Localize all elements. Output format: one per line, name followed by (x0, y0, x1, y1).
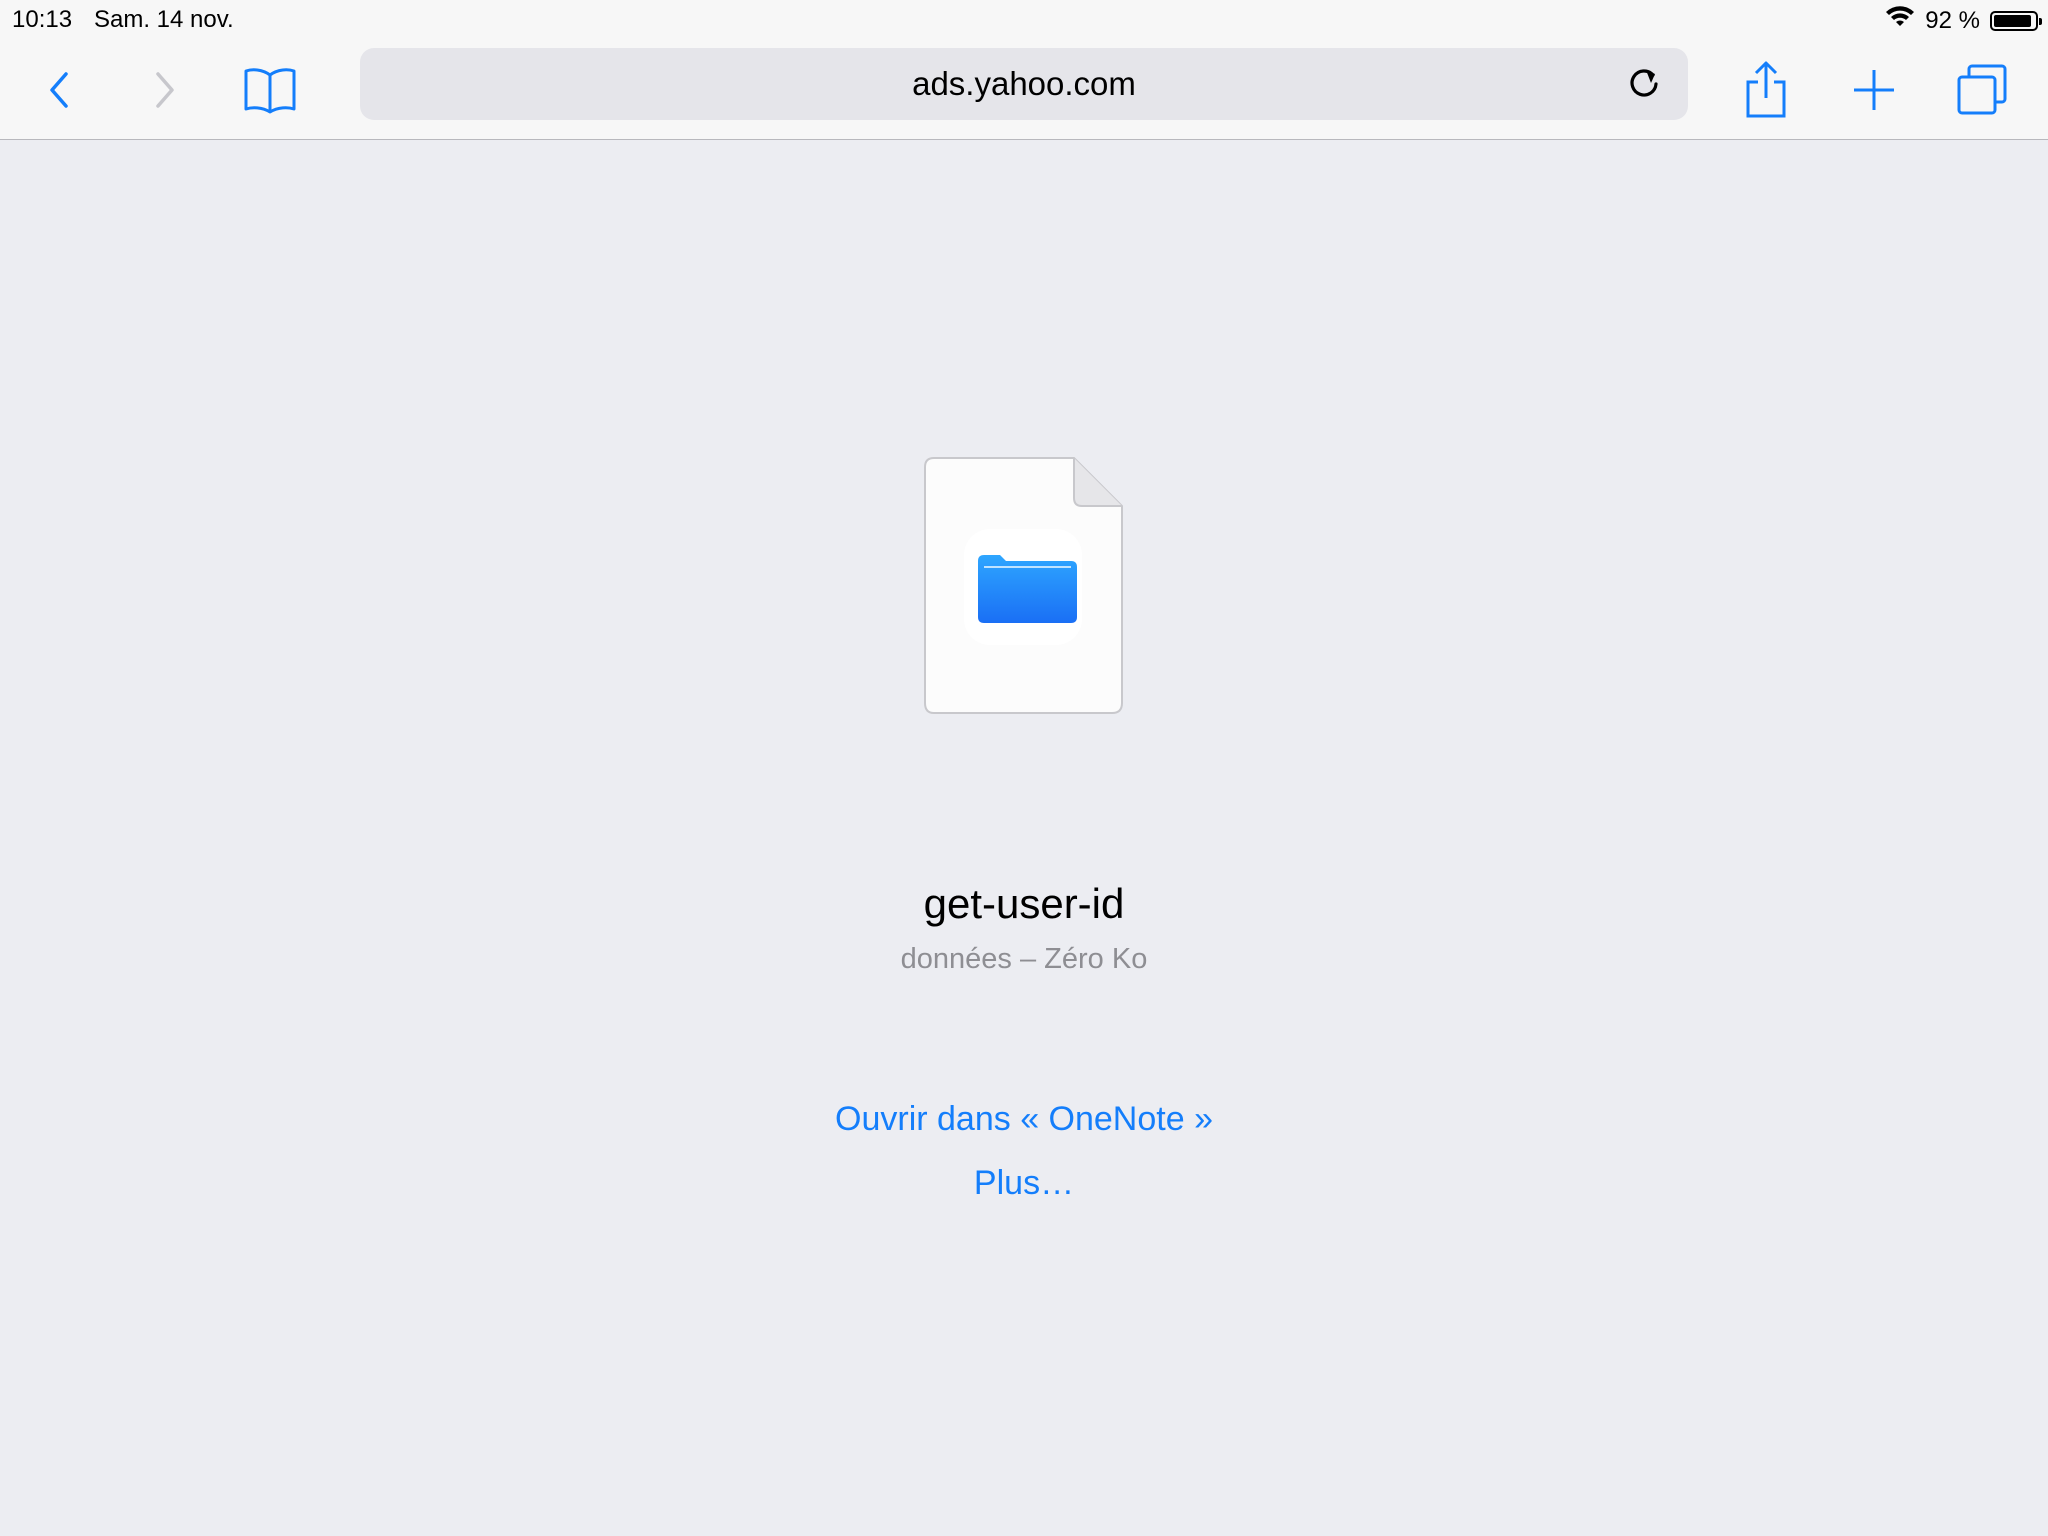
screen: 10:13 Sam. 14 nov. 92 % ads.yahoo.com ge… (0, 0, 2048, 1536)
plus-icon (1854, 70, 1894, 110)
share-button[interactable] (1731, 55, 1801, 125)
address-text: ads.yahoo.com (912, 65, 1136, 102)
battery-fill (1994, 14, 2031, 27)
wifi-icon (1885, 6, 1915, 35)
browser-toolbar: ads.yahoo.com (0, 40, 2048, 140)
battery-percentage: 92 % (1925, 6, 1980, 34)
status-time: 10:13 (12, 6, 73, 33)
document-icon (924, 457, 1124, 715)
chevron-left-icon (50, 72, 68, 108)
forward-button[interactable] (130, 55, 200, 125)
battery-tip (2039, 17, 2042, 25)
folder-icon (978, 555, 1077, 623)
bookmarks-button[interactable] (235, 55, 305, 125)
reload-icon (1630, 69, 1658, 97)
chevron-right-icon (156, 72, 174, 108)
address-bar[interactable]: ads.yahoo.com (360, 48, 1688, 120)
reload-button[interactable] (1618, 58, 1670, 110)
more-container: Plus… (0, 1164, 2048, 1203)
tabs-icon (1957, 64, 2007, 115)
battery-icon (1990, 10, 2042, 31)
status-bar: 10:13 Sam. 14 nov. 92 % (0, 0, 2048, 40)
share-icon (1746, 61, 1786, 118)
open-in-onenote-container: Ouvrir dans « OneNote » (0, 1100, 2048, 1139)
file-name: get-user-id (923, 880, 1125, 927)
book-icon (244, 68, 296, 114)
status-indicators: 92 % (1885, 6, 2042, 35)
status-date: Sam. 14 nov. (94, 6, 234, 33)
new-tab-button[interactable] (1839, 55, 1909, 125)
more-link[interactable]: Plus… (974, 1164, 1074, 1202)
back-button[interactable] (24, 55, 94, 125)
tabs-button[interactable] (1947, 55, 2017, 125)
file-info: données – Zéro Ko (900, 943, 1148, 975)
open-in-onenote-link[interactable]: Ouvrir dans « OneNote » (835, 1100, 1213, 1138)
